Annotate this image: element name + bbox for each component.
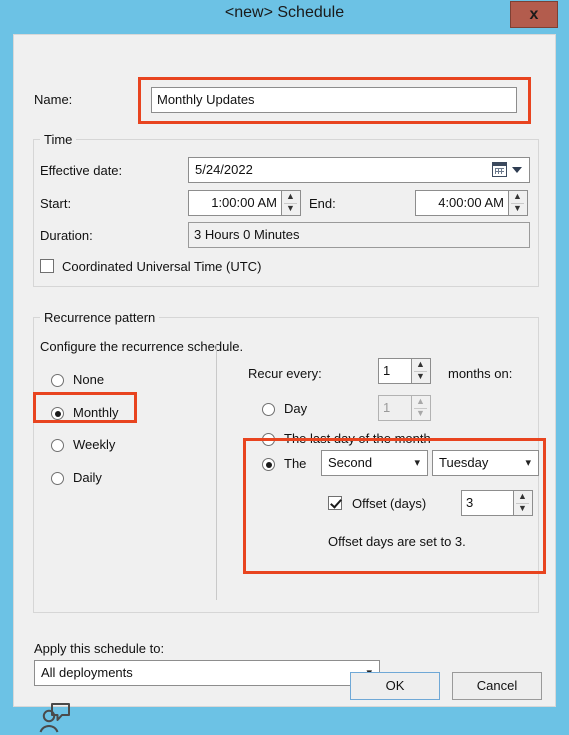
dialog-body: Name: Monthly Updates Time Effective dat… [13, 34, 556, 733]
end-time-spin-buttons[interactable]: ▲ ▼ [509, 190, 528, 216]
duration-value: 3 Hours 0 Minutes [188, 222, 530, 248]
radio-daily[interactable] [51, 472, 64, 485]
radio-monthly-label[interactable]: Monthly [73, 405, 119, 420]
effective-date-value: 5/24/2022 [195, 162, 253, 177]
ordinal-select-value: Second [328, 455, 373, 470]
start-time-value[interactable]: 1:00:00 AM [188, 190, 282, 216]
radio-last-day[interactable] [262, 433, 275, 446]
name-input[interactable]: Monthly Updates [151, 87, 517, 113]
recur-every-suffix: months on: [448, 366, 513, 381]
radio-weekly[interactable] [51, 439, 64, 452]
effective-date-label: Effective date: [40, 163, 123, 178]
radio-last-day-label[interactable]: The last day of the month [284, 431, 431, 446]
end-time-value[interactable]: 4:00:00 AM [415, 190, 509, 216]
time-group-title: Time [40, 132, 77, 147]
chevron-down-icon: ▾ [414, 457, 420, 469]
radio-weekly-label[interactable]: Weekly [73, 437, 115, 452]
recur-every-value[interactable]: 1 [378, 358, 412, 384]
offset-days-value[interactable]: 3 [461, 490, 514, 516]
cancel-button[interactable]: Cancel [452, 672, 542, 700]
end-label: End: [309, 196, 336, 211]
apply-to-select[interactable]: All deployments ▾ [34, 660, 380, 686]
spin-up-icon[interactable]: ▲ [282, 191, 299, 203]
radio-none[interactable] [51, 374, 64, 387]
utc-label[interactable]: Coordinated Universal Time (UTC) [62, 259, 261, 274]
ordinal-select[interactable]: Second ▾ [321, 450, 428, 476]
radio-monthly[interactable] [51, 407, 64, 420]
start-label: Start: [40, 196, 72, 211]
recurrence-description: Configure the recurrence schedule. [40, 339, 244, 354]
duration-label: Duration: [40, 228, 93, 243]
spin-down-icon[interactable]: ▼ [514, 503, 531, 515]
recur-every-label: Recur every: [248, 366, 322, 381]
spin-down-icon[interactable]: ▼ [509, 203, 526, 215]
spin-up-icon[interactable]: ▲ [509, 191, 526, 203]
name-label: Name: [34, 92, 73, 107]
spin-down-icon[interactable]: ▼ [412, 371, 429, 383]
weekday-select-value: Tuesday [439, 455, 489, 470]
chevron-down-icon: ▾ [525, 457, 531, 469]
window-title: <new> Schedule [224, 4, 345, 21]
calendar-icon[interactable] [492, 162, 507, 177]
weekday-select[interactable]: Tuesday ▾ [432, 450, 539, 476]
apply-to-select-value: All deployments [41, 665, 133, 680]
day-number-value: 1 [378, 395, 412, 421]
chevron-down-icon[interactable] [512, 167, 522, 173]
day-number-spin-buttons: ▲ ▼ [412, 395, 431, 421]
utc-checkbox[interactable] [40, 259, 54, 273]
spin-up-icon: ▲ [416, 396, 425, 406]
offset-days-spin-buttons[interactable]: ▲ ▼ [514, 490, 533, 516]
close-button[interactable]: x [510, 1, 558, 28]
user-comment-icon[interactable] [38, 701, 72, 735]
spin-up-icon[interactable]: ▲ [412, 359, 429, 371]
radio-the-label[interactable]: The [284, 456, 306, 471]
radio-the[interactable] [262, 458, 275, 471]
effective-date-input[interactable]: 5/24/2022 [188, 157, 530, 183]
title-bar: <new> Schedule x [0, 0, 569, 34]
radio-day[interactable] [262, 403, 275, 416]
recurrence-divider [216, 345, 217, 600]
radio-day-label[interactable]: Day [284, 401, 307, 416]
offset-note: Offset days are set to 3. [328, 534, 466, 549]
apply-to-label: Apply this schedule to: [34, 641, 165, 656]
radio-none-label[interactable]: None [73, 372, 104, 387]
start-time-spin-buttons[interactable]: ▲ ▼ [282, 190, 301, 216]
spin-down-icon[interactable]: ▼ [282, 203, 299, 215]
spin-up-icon[interactable]: ▲ [514, 491, 531, 503]
ok-button[interactable]: OK [350, 672, 440, 700]
offset-checkbox[interactable] [328, 496, 342, 510]
radio-daily-label[interactable]: Daily [73, 470, 102, 485]
offset-label[interactable]: Offset (days) [352, 496, 426, 511]
recurrence-group-title: Recurrence pattern [40, 310, 160, 325]
spin-down-icon: ▼ [416, 408, 425, 418]
recur-every-spin-buttons[interactable]: ▲ ▼ [412, 358, 431, 384]
